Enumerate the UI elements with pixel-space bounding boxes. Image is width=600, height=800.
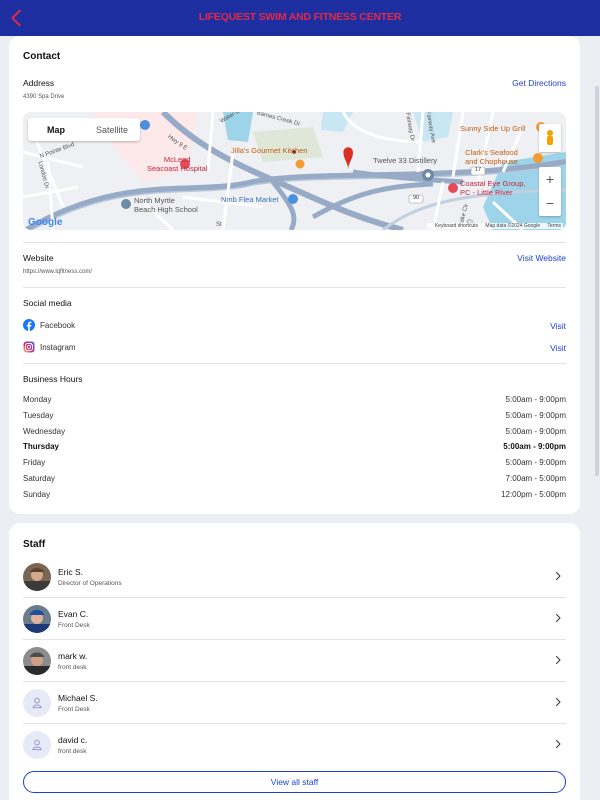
instagram-label: Instagram [40, 343, 76, 352]
avatar-placeholder [23, 731, 51, 759]
hours-day: Tuesday [23, 411, 54, 420]
staff-title: Staff [23, 539, 46, 550]
staff-row[interactable]: david c. front desk [23, 724, 566, 766]
hours-row-friday: Friday 5:00am - 9:00pm [23, 458, 566, 470]
hours-day: Wednesday [23, 427, 66, 436]
staff-row[interactable]: Michael S. Front Desk [23, 682, 566, 724]
staff-name: Evan C. [58, 609, 89, 619]
divider [23, 242, 566, 243]
location-map[interactable]: McLeod Seacoast Hospital Jilla's Gourmet… [23, 112, 566, 230]
map-type-toggle: Map Satellite [28, 118, 140, 141]
staff-row[interactable]: Eric S. Director of Operations [23, 556, 566, 598]
staff-row[interactable]: Evan C. Front Desk [23, 598, 566, 640]
person-icon [32, 739, 42, 751]
instagram-visit-link[interactable]: Visit [550, 343, 566, 353]
page-title: LIFEQUEST SWIM AND FITNESS CENTER [198, 11, 402, 23]
google-logo: Google [28, 217, 63, 228]
staff-row[interactable]: mark w. front desk [23, 640, 566, 682]
zoom-in-button[interactable]: + [539, 167, 561, 191]
divider [23, 363, 566, 364]
chevron-right-icon [556, 656, 561, 664]
hours-time: 5:00am - 9:00pm [505, 427, 566, 436]
hours-day: Saturday [23, 474, 56, 483]
hours-day: Monday [23, 395, 52, 404]
keyboard-shortcuts-link[interactable]: Keyboard shortcuts [435, 223, 478, 229]
contact-card: Contact Address 4390 Spa Drive Get Direc… [9, 36, 580, 514]
instagram-icon [23, 341, 35, 353]
staff-name: mark w. [58, 651, 88, 661]
zoom-out-button[interactable]: − [539, 191, 561, 215]
get-directions-link[interactable]: Get Directions [512, 78, 566, 88]
map-place-twelve33: Twelve 33 Distillery [373, 156, 438, 165]
website-label: Website [23, 253, 54, 263]
divider [23, 287, 566, 288]
hours-time: 5:00am - 9:00pm [505, 411, 566, 420]
hours-row-monday: Monday 5:00am - 9:00pm [23, 395, 566, 407]
map-view-button[interactable]: Map [28, 118, 84, 141]
hours-row-sunday: Sunday 12:00pm - 5:00pm [23, 490, 566, 502]
facebook-icon [23, 319, 35, 331]
hours-day: Sunday [23, 490, 51, 499]
staff-role: front desk [58, 748, 87, 755]
app-header: LIFEQUEST SWIM AND FITNESS CENTER [0, 0, 600, 36]
facebook-label: Facebook [40, 321, 76, 330]
map-attribution: Keyboard shortcuts Map data ©2024 Google… [426, 223, 563, 229]
hours-time: 5:00am - 9:00pm [505, 458, 566, 467]
hours-time: 5:00am - 9:00pm [505, 395, 566, 404]
hours-time: 5:00am - 9:00pm [503, 442, 566, 451]
zoom-controls: + − [539, 167, 561, 216]
map-shield-90: 90 [413, 195, 420, 201]
staff-name: david c. [58, 735, 88, 745]
staff-role: Director of Operations [58, 580, 122, 587]
avatar-placeholder [23, 689, 51, 717]
hours-day: Thursday [23, 442, 60, 451]
map-place-coastal: Coastal Eye Group, PC - Little River [460, 179, 526, 197]
address-label: Address [23, 78, 55, 88]
map-place-mcleod: McLeod Seacoast Hospital [147, 155, 208, 173]
business-hours-label: Business Hours [23, 374, 83, 384]
address-value: 4390 Spa Drive [23, 94, 65, 100]
hours-day: Friday [23, 458, 46, 467]
chevron-right-icon [556, 740, 561, 748]
staff-role: Front Desk [58, 706, 90, 713]
map-terms-link[interactable]: Terms [547, 223, 561, 229]
hours-row-saturday: Saturday 7:00am - 5:00pm [23, 474, 566, 486]
map-data-text: Map data ©2024 Google [485, 223, 540, 229]
street-view-pegman-icon[interactable] [539, 124, 561, 152]
social-media-label: Social media [23, 298, 72, 308]
map-place-sunny: Sunny Side Up Grill [460, 124, 526, 133]
hours-row-tuesday: Tuesday 5:00am - 9:00pm [23, 411, 566, 423]
content-sheet: Contact Address 4390 Spa Drive Get Direc… [0, 36, 600, 800]
map-place-jillas: Jilla's Gourmet Kitchen [231, 146, 308, 155]
staff-role: Front Desk [58, 622, 90, 629]
satellite-view-button[interactable]: Satellite [84, 118, 140, 141]
map-place-clarks: Clark's Seafood and Chophouse [465, 148, 518, 166]
facebook-visit-link[interactable]: Visit [550, 321, 566, 331]
map-place-flea: Nmb Flea Market [221, 195, 279, 204]
hours-row-thursday: Thursday 5:00am - 9:00pm [23, 442, 566, 454]
person-icon [32, 697, 42, 709]
avatar [23, 563, 51, 591]
hours-time: 7:00am - 5:00pm [505, 474, 566, 483]
map-place-highschool: North Myrtle Beach High School [134, 196, 198, 214]
avatar [23, 647, 51, 675]
hours-time: 12:00pm - 5:00pm [501, 490, 566, 499]
staff-role: front desk [58, 664, 87, 671]
contact-title: Contact [23, 51, 61, 62]
staff-card: Staff Eric S. Director of Operations Eva… [9, 523, 580, 800]
staff-name: Michael S. [58, 693, 98, 703]
hours-row-wednesday: Wednesday 5:00am - 9:00pm [23, 427, 566, 439]
visit-website-link[interactable]: Visit Website [517, 253, 566, 263]
view-all-staff-button[interactable]: View all staff [23, 771, 566, 793]
staff-name: Eric S. [58, 567, 84, 577]
scrollbar[interactable] [595, 86, 599, 476]
map-street-st: St [216, 222, 222, 228]
avatar [23, 605, 51, 633]
map-shield-17: 17 [475, 167, 482, 173]
chevron-right-icon [556, 572, 561, 580]
chevron-right-icon [556, 614, 561, 622]
chevron-right-icon [556, 698, 561, 706]
website-url: https://www.lqfitness.com/ [23, 269, 93, 275]
